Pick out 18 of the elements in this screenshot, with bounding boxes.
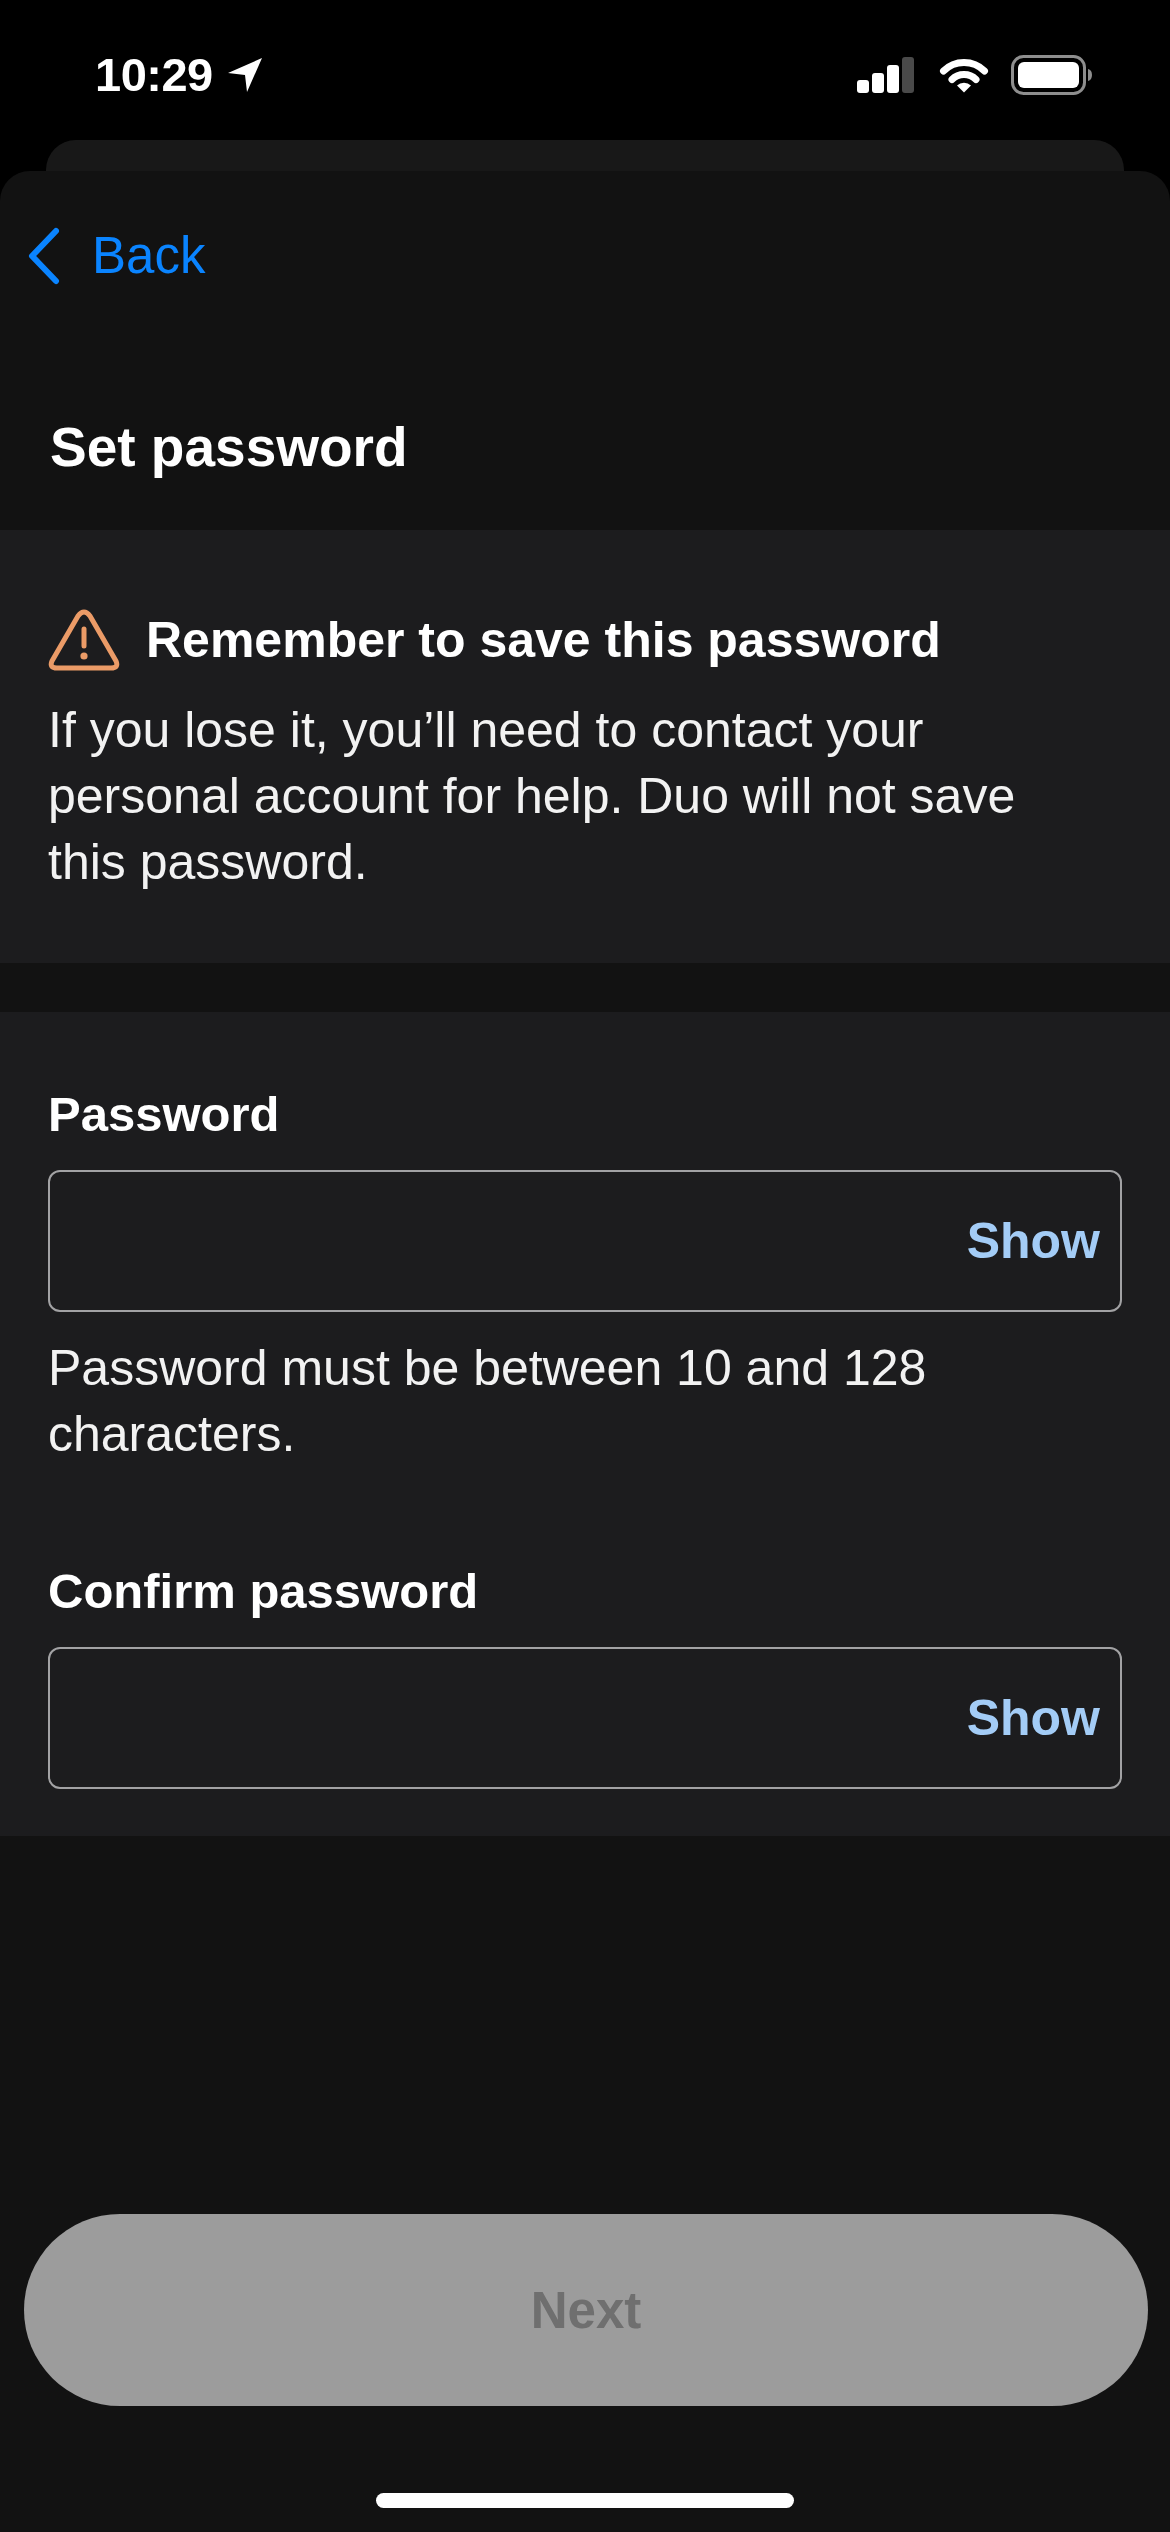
show-button[interactable]: Show (960, 1686, 1106, 1750)
field-hint: Password must be between 10 and 128 characters. (48, 1339, 928, 1464)
warning-icon (48, 609, 120, 671)
password-field[interactable]: Show (48, 1647, 1122, 1789)
field-label: Confirm password (48, 1563, 480, 1620)
signal-icon (857, 57, 914, 93)
battery-icon (1011, 55, 1093, 95)
notice-title: Remember to save this password (146, 611, 941, 670)
page-title: Set password (50, 415, 409, 479)
show-button[interactable]: Show (960, 1209, 1106, 1273)
field-label: Password (48, 1086, 281, 1143)
notice-text: If you lose it, you’ll need to contact your personal account for help. Duo will not save this password. (48, 701, 1017, 892)
chevron-left-icon (28, 227, 60, 285)
wifi-icon (939, 56, 989, 94)
clock-time: 10:29 (95, 47, 213, 103)
location-arrow-icon (226, 57, 263, 93)
password-field[interactable]: Show (48, 1170, 1122, 1312)
back-button[interactable]: Back (0, 225, 206, 287)
